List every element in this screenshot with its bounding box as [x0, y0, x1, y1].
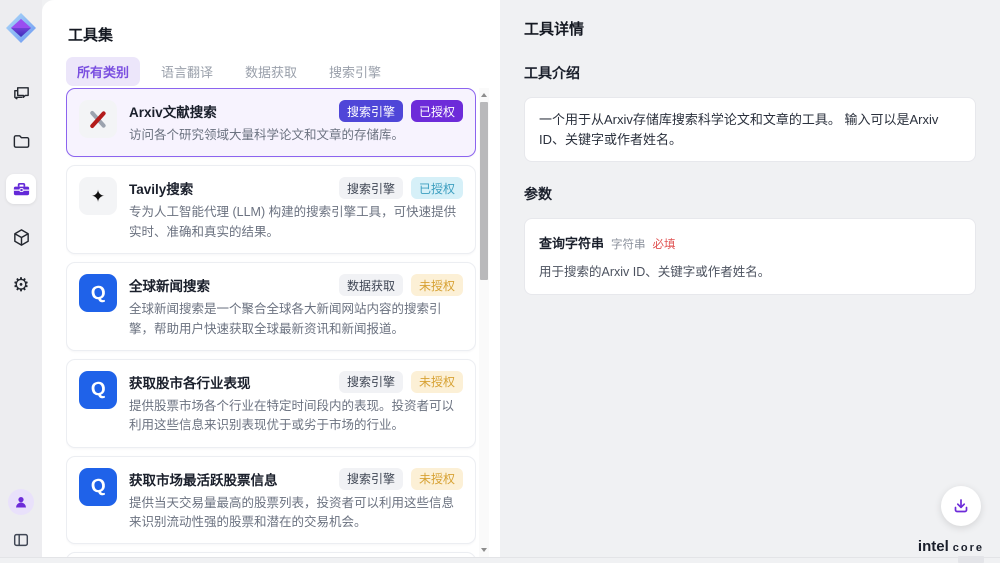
parameter-name: 查询字符串	[539, 233, 604, 252]
parameter-type: 字符串	[611, 236, 646, 252]
tools-panel: 工具集 所有类别 语言翻译 数据获取 搜索引擎 Arxiv文献搜索 搜索引擎 已…	[42, 0, 500, 563]
category-badge: 搜索引擎	[339, 177, 403, 199]
market-search-icon: Q	[79, 371, 117, 409]
tool-card-arxiv[interactable]: Arxiv文献搜索 搜索引擎 已授权 访问各个研究领域大量科学论文和文章的存储库…	[66, 88, 476, 157]
tool-title: 全球新闻搜索	[129, 274, 210, 295]
download-icon	[952, 497, 970, 515]
scrollbar-thumb[interactable]	[480, 102, 488, 280]
user-avatar[interactable]	[8, 489, 34, 515]
nav-chat-button[interactable]	[6, 78, 36, 108]
tool-title: Tavily搜索	[129, 177, 193, 198]
tool-card-most-active-stocks[interactable]: Q 获取市场最活跃股票信息 搜索引擎 未授权 提供当天交易量最高的股票列表，投资…	[66, 456, 476, 545]
tab-data-fetch[interactable]: 数据获取	[234, 57, 308, 86]
tool-description: 提供股票市场各个行业在特定时间段内的表现。投资者可以利用这些信息来识别表现优于或…	[129, 397, 463, 436]
tab-search-engine[interactable]: 搜索引擎	[318, 57, 392, 86]
intel-ultra-badge	[958, 556, 984, 563]
parameter-description: 用于搜索的Arxiv ID、关键字或作者姓名。	[539, 261, 961, 280]
list-scrollbar[interactable]	[479, 88, 489, 557]
tools-panel-title: 工具集	[68, 24, 113, 45]
sparkle-icon: ✦	[79, 177, 117, 215]
tool-description: 提供当天交易量最高的股票列表，投资者可以利用这些信息来识别流动性强的股票和潜在的…	[129, 494, 463, 533]
nav-tools-button[interactable]	[6, 174, 36, 204]
market-search-icon: Q	[79, 468, 117, 506]
gear-icon: ⚙	[12, 276, 29, 295]
tool-title: 获取股市各行业表现	[129, 371, 251, 392]
tab-all-categories[interactable]: 所有类别	[66, 57, 140, 86]
chat-icon	[12, 84, 31, 103]
tool-description: 专为人工智能代理 (LLM) 构建的搜索引擎工具，可快速提供实时、准确和真实的结…	[129, 203, 463, 242]
category-badge: 搜索引擎	[339, 100, 403, 122]
parameter-card: 查询字符串 字符串 必填 用于搜索的Arxiv ID、关键字或作者姓名。	[524, 218, 976, 295]
arxiv-icon	[79, 100, 117, 138]
parameter-required-flag: 必填	[653, 236, 676, 252]
intro-heading: 工具介绍	[524, 63, 976, 83]
intel-wordmark: intel	[918, 538, 949, 555]
folder-icon	[12, 132, 31, 151]
detail-panel-title: 工具详情	[524, 18, 976, 39]
tool-card-tavily[interactable]: ✦ Tavily搜索 搜索引擎 已授权 专为人工智能代理 (LLM) 构建的搜索…	[66, 165, 476, 254]
tool-description: 访问各个研究领域大量科学论文和文章的存储库。	[129, 126, 463, 145]
tool-title: 获取市场最活跃股票信息	[129, 468, 278, 489]
category-badge: 数据获取	[339, 274, 403, 296]
scroll-down-arrow[interactable]	[479, 545, 489, 555]
nav-files-button[interactable]	[6, 126, 36, 156]
category-badge: 搜索引擎	[339, 468, 403, 490]
tool-description: 全球新闻搜索是一个聚合全球各大新闻网站内容的搜索引擎，帮助用户快速获取全球最新资…	[129, 300, 463, 339]
bottom-strip	[0, 557, 1000, 563]
nav-settings-button[interactable]: ⚙	[6, 270, 36, 300]
tool-title: Arxiv文献搜索	[129, 100, 217, 121]
tab-language-translation[interactable]: 语言翻译	[150, 57, 224, 86]
cube-icon	[12, 228, 31, 247]
download-button[interactable]	[941, 486, 981, 526]
panel-toggle-icon	[12, 531, 30, 549]
auth-badge: 未授权	[411, 371, 463, 393]
auth-badge: 未授权	[411, 468, 463, 490]
tool-card-global-news[interactable]: Q 全球新闻搜索 数据获取 未授权 全球新闻搜索是一个聚合全球各大新闻网站内容的…	[66, 262, 476, 351]
panel-toggle-button[interactable]	[6, 525, 36, 555]
sidebar-rail: ⚙	[0, 0, 42, 563]
tool-detail-panel: 工具详情 工具介绍 一个用于从Arxiv存储库搜索科学论文和文章的工具。 输入可…	[500, 0, 1000, 563]
tool-card-list: Arxiv文献搜索 搜索引擎 已授权 访问各个研究领域大量科学论文和文章的存储库…	[66, 88, 476, 557]
auth-badge: 已授权	[411, 177, 463, 199]
tool-card-sector-performance[interactable]: Q 获取股市各行业表现 搜索引擎 未授权 提供股票市场各个行业在特定时间段内的表…	[66, 359, 476, 448]
person-icon	[14, 495, 28, 509]
scroll-up-arrow[interactable]	[479, 90, 489, 100]
auth-badge: 已授权	[411, 100, 463, 122]
auth-badge: 未授权	[411, 274, 463, 296]
category-tabs: 所有类别 语言翻译 数据获取 搜索引擎	[66, 57, 392, 86]
core-wordmark: core	[953, 542, 984, 554]
news-search-icon: Q	[79, 274, 117, 312]
intel-core-logo: intel core	[918, 538, 984, 555]
tool-intro-text: 一个用于从Arxiv存储库搜索科学论文和文章的工具。 输入可以是Arxiv ID…	[524, 97, 976, 162]
nav-models-button[interactable]	[6, 222, 36, 252]
params-heading: 参数	[524, 184, 976, 204]
toolbox-icon	[12, 180, 31, 199]
app-logo-icon[interactable]	[5, 12, 37, 44]
category-badge: 搜索引擎	[339, 371, 403, 393]
